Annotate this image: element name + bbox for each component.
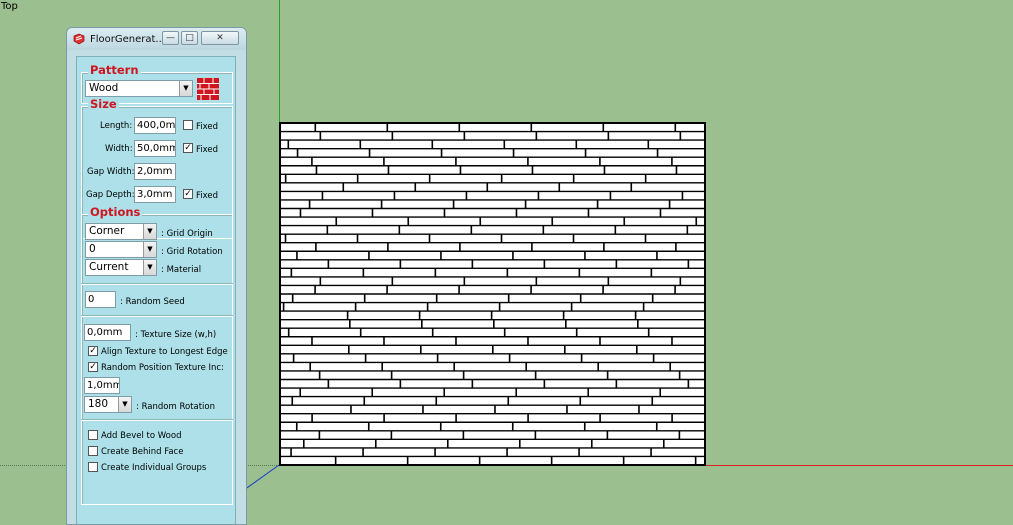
gap-depth-input[interactable]: 3,0mm [134,186,176,203]
options-divider-3 [81,419,233,421]
gap-width-input[interactable]: 2,0mm [134,163,176,180]
grid-origin-value: Corner [89,225,125,237]
chevron-down-icon[interactable]: ▼ [143,242,156,257]
size-heading: Size [88,97,119,111]
material-value: Current [89,261,129,273]
gap-depth-fixed-check: ✓ [184,189,192,199]
random-position-check: ✓ [89,362,97,372]
align-texture-check: ✓ [89,346,97,356]
align-texture-checkbox[interactable]: ✓ [88,346,98,356]
create-groups-label: Create Individual Groups [101,463,207,473]
window-title: FloorGenerat... [90,34,162,45]
floorgenerator-window[interactable]: FloorGenerat... — □ ✕ Pattern Wood ▼ Siz… [66,27,247,525]
width-fixed-checkbox[interactable]: ✓ [183,143,193,153]
width-fixed-label: Fixed [196,145,219,155]
maximize-button[interactable]: □ [181,31,198,45]
gap-depth-fixed-checkbox[interactable]: ✓ [183,189,193,199]
length-input[interactable]: 400,0mm [134,117,176,134]
chevron-down-icon[interactable]: ▼ [118,397,131,412]
grid-rotation-select[interactable]: 0 ▼ [85,241,157,258]
random-rotation-label: : Random Rotation [136,402,216,412]
options-heading: Options [88,205,143,219]
create-behind-label: Create Behind Face [101,447,184,457]
length-label: Length: [100,121,133,131]
random-seed-label: : Random Seed [120,297,185,307]
chevron-down-icon[interactable]: ▼ [179,81,192,96]
material-select[interactable]: Current ▼ [85,259,157,276]
sketchup-app-icon [73,33,85,45]
chevron-down-icon[interactable]: ▼ [143,224,156,239]
width-fixed-check: ✓ [184,143,192,153]
material-label: : Material [161,265,202,275]
width-input[interactable]: 50,0mm [134,140,176,157]
random-rotation-value: 180 [88,398,109,410]
pattern-heading: Pattern [88,63,141,77]
grid-origin-select[interactable]: Corner ▼ [85,223,157,240]
length-fixed-label: Fixed [196,122,219,132]
pattern-select[interactable]: Wood ▼ [85,80,193,97]
random-rotation-select[interactable]: 180 ▼ [84,396,132,413]
grid-rotation-label: : Grid Rotation [161,247,223,257]
pattern-value: Wood [89,82,119,94]
texture-size-label: : Texture Size (w,h) [135,330,217,340]
create-groups-checkbox[interactable] [88,462,98,472]
add-bevel-label: Add Bevel to Wood [101,431,182,441]
align-texture-label: Align Texture to Longest Edge [101,347,228,357]
grid-rotation-value: 0 [89,243,96,255]
random-position-checkbox[interactable]: ✓ [88,362,98,372]
titlebar[interactable]: FloorGenerat... — □ ✕ [67,28,246,50]
dialog-client: Pattern Wood ▼ Size Length: 400,0mm Fixe… [76,56,236,524]
options-divider-2 [81,315,233,317]
brick-pattern-icon [197,78,219,100]
texture-size-input[interactable]: 0,0mm [84,324,131,341]
grid-origin-label: : Grid Origin [161,229,213,239]
width-label: Width: [105,144,133,154]
gap-width-label: Gap Width: [87,167,135,177]
random-position-input[interactable]: 1,0mm [84,377,120,394]
gap-depth-label: Gap Depth: [86,190,135,200]
create-behind-checkbox[interactable] [88,446,98,456]
gap-depth-fixed-label: Fixed [196,191,219,201]
random-seed-input[interactable]: 0 [85,291,116,308]
minimize-button[interactable]: — [162,31,179,45]
length-fixed-checkbox[interactable] [183,120,193,130]
chevron-down-icon[interactable]: ▼ [143,260,156,275]
random-position-label: Random Position Texture Inc: [101,363,224,373]
close-button[interactable]: ✕ [201,31,239,45]
add-bevel-checkbox[interactable] [88,430,98,440]
options-divider-1 [81,283,233,285]
floor-model[interactable] [279,122,706,466]
